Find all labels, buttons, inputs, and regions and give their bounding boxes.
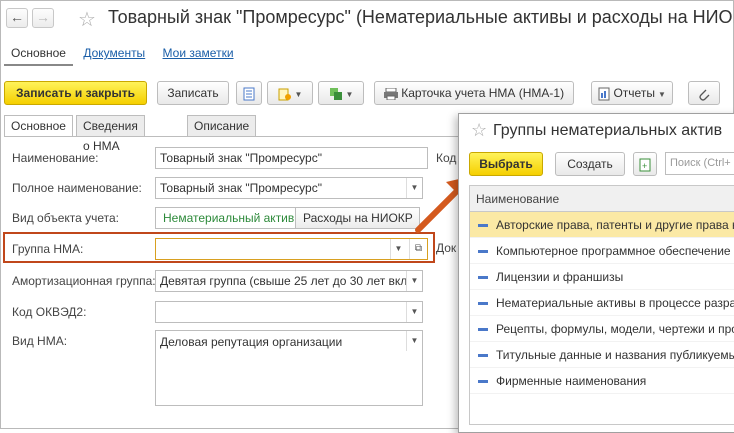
table-row[interactable]: Титульные данные и названия публикуемых	[470, 342, 734, 368]
name-label: Наименование:	[12, 151, 99, 165]
tab-description[interactable]: Описание	[187, 115, 257, 137]
kind-input[interactable]: Деловая репутация организации ▼	[155, 330, 423, 406]
table-row[interactable]: Авторские права, патенты и другие права …	[470, 212, 734, 238]
back-button[interactable]: ←	[6, 8, 28, 28]
groups-popup: ☆ Группы нематериальных актив Выбрать Со…	[458, 113, 734, 433]
amort-label: Амортизационная группа:	[12, 274, 156, 288]
item-icon	[478, 354, 488, 358]
select-button[interactable]: Выбрать	[469, 152, 543, 176]
okved-input[interactable]: ▼	[155, 301, 423, 323]
tab-divider	[4, 136, 459, 137]
save-close-button[interactable]: Записать и закрыть	[4, 81, 147, 105]
reports-dropdown-button[interactable]: Отчеты ▼	[591, 81, 673, 105]
create-button[interactable]: Создать	[555, 152, 625, 176]
side-label-code: Код	[436, 151, 457, 165]
popup-title: Группы нематериальных актив	[493, 122, 723, 139]
structure-dropdown-button[interactable]: ▼	[318, 81, 364, 105]
based-on-dropdown-button[interactable]: ▼	[267, 81, 313, 105]
table-row[interactable]: Лицензии и франшизы	[470, 264, 734, 290]
save-button[interactable]: Записать	[157, 81, 229, 105]
open-icon[interactable]: ⧉	[409, 239, 427, 259]
document-list-icon[interactable]	[236, 81, 262, 105]
group-input[interactable]: ▼ ⧉	[155, 238, 428, 260]
attachment-icon[interactable]	[688, 81, 720, 105]
fullname-input[interactable]: Товарный знак "Промресурс" ▼	[155, 177, 423, 199]
table-row[interactable]: Нематериальные активы в процессе разраб	[470, 290, 734, 316]
section-tab-documents[interactable]: Документы	[76, 40, 152, 66]
fullname-value: Товарный знак "Промресурс"	[160, 181, 322, 195]
item-icon	[478, 224, 488, 228]
chevron-down-icon[interactable]: ▼	[406, 331, 422, 351]
item-icon	[478, 250, 488, 254]
item-icon	[478, 328, 488, 332]
groups-table: Наименование Авторские права, патенты и …	[469, 185, 734, 425]
asset-card-button[interactable]: Карточка учета НМА (НМА-1)	[374, 81, 574, 105]
name-input[interactable]: Товарный знак "Промресурс"	[155, 147, 428, 169]
side-label-doc: Док	[436, 241, 457, 255]
title-bar: ← → ☆ Товарный знак "Промресурс" (Немате…	[6, 6, 734, 32]
column-header-name[interactable]: Наименование	[470, 186, 734, 212]
okved-label: Код ОКВЭД2:	[12, 305, 87, 319]
window-title: Товарный знак "Промресурс" (Нематериальн…	[108, 7, 734, 27]
favorite-star-icon[interactable]: ☆	[471, 120, 487, 141]
forward-button[interactable]: →	[32, 8, 54, 28]
chevron-down-icon[interactable]: ▼	[390, 239, 406, 259]
tab-main[interactable]: Основное	[4, 115, 73, 137]
amort-value: Девятая группа (свыше 25 лет до 30 лет в…	[160, 274, 423, 288]
table-row[interactable]: Компьютерное программное обеспечение	[470, 238, 734, 264]
objtype-label: Вид объекта учета:	[12, 211, 120, 225]
objtype-option-rnd[interactable]: Расходы на НИОКР	[295, 207, 420, 229]
chevron-down-icon[interactable]: ▼	[406, 271, 422, 291]
section-tab-notes[interactable]: Мои заметки	[156, 40, 241, 66]
favorite-star-icon[interactable]: ☆	[78, 7, 96, 32]
item-icon	[478, 380, 488, 384]
item-icon	[478, 276, 488, 280]
objtype-option-asset[interactable]: Нематериальный актив	[155, 207, 296, 229]
kind-label: Вид НМА:	[12, 334, 68, 348]
kind-value: Деловая репутация организации	[160, 335, 343, 349]
create-copy-icon[interactable]: +	[633, 152, 657, 176]
table-row[interactable]: Фирменные наименования	[470, 368, 734, 394]
objtype-switch: Нематериальный актив Расходы на НИОКР	[155, 207, 420, 229]
group-label: Группа НМА:	[12, 242, 84, 256]
svg-text:+: +	[642, 161, 647, 171]
search-input[interactable]: Поиск (Ctrl+	[665, 152, 734, 175]
reports-label: Отчеты	[613, 86, 655, 100]
section-tabs: Основное Документы Мои заметки	[4, 40, 241, 66]
section-tab-main[interactable]: Основное	[4, 40, 73, 66]
tab-asset-info[interactable]: Сведения о НМА	[76, 115, 145, 153]
amort-input[interactable]: Девятая группа (свыше 25 лет до 30 лет в…	[155, 270, 423, 292]
chevron-down-icon[interactable]: ▼	[406, 302, 422, 322]
item-icon	[478, 302, 488, 306]
asset-card-label: Карточка учета НМА (НМА-1)	[401, 86, 565, 100]
table-row[interactable]: Рецепты, формулы, модели, чертежи и прот	[470, 316, 734, 342]
fullname-label: Полное наименование:	[12, 181, 142, 195]
